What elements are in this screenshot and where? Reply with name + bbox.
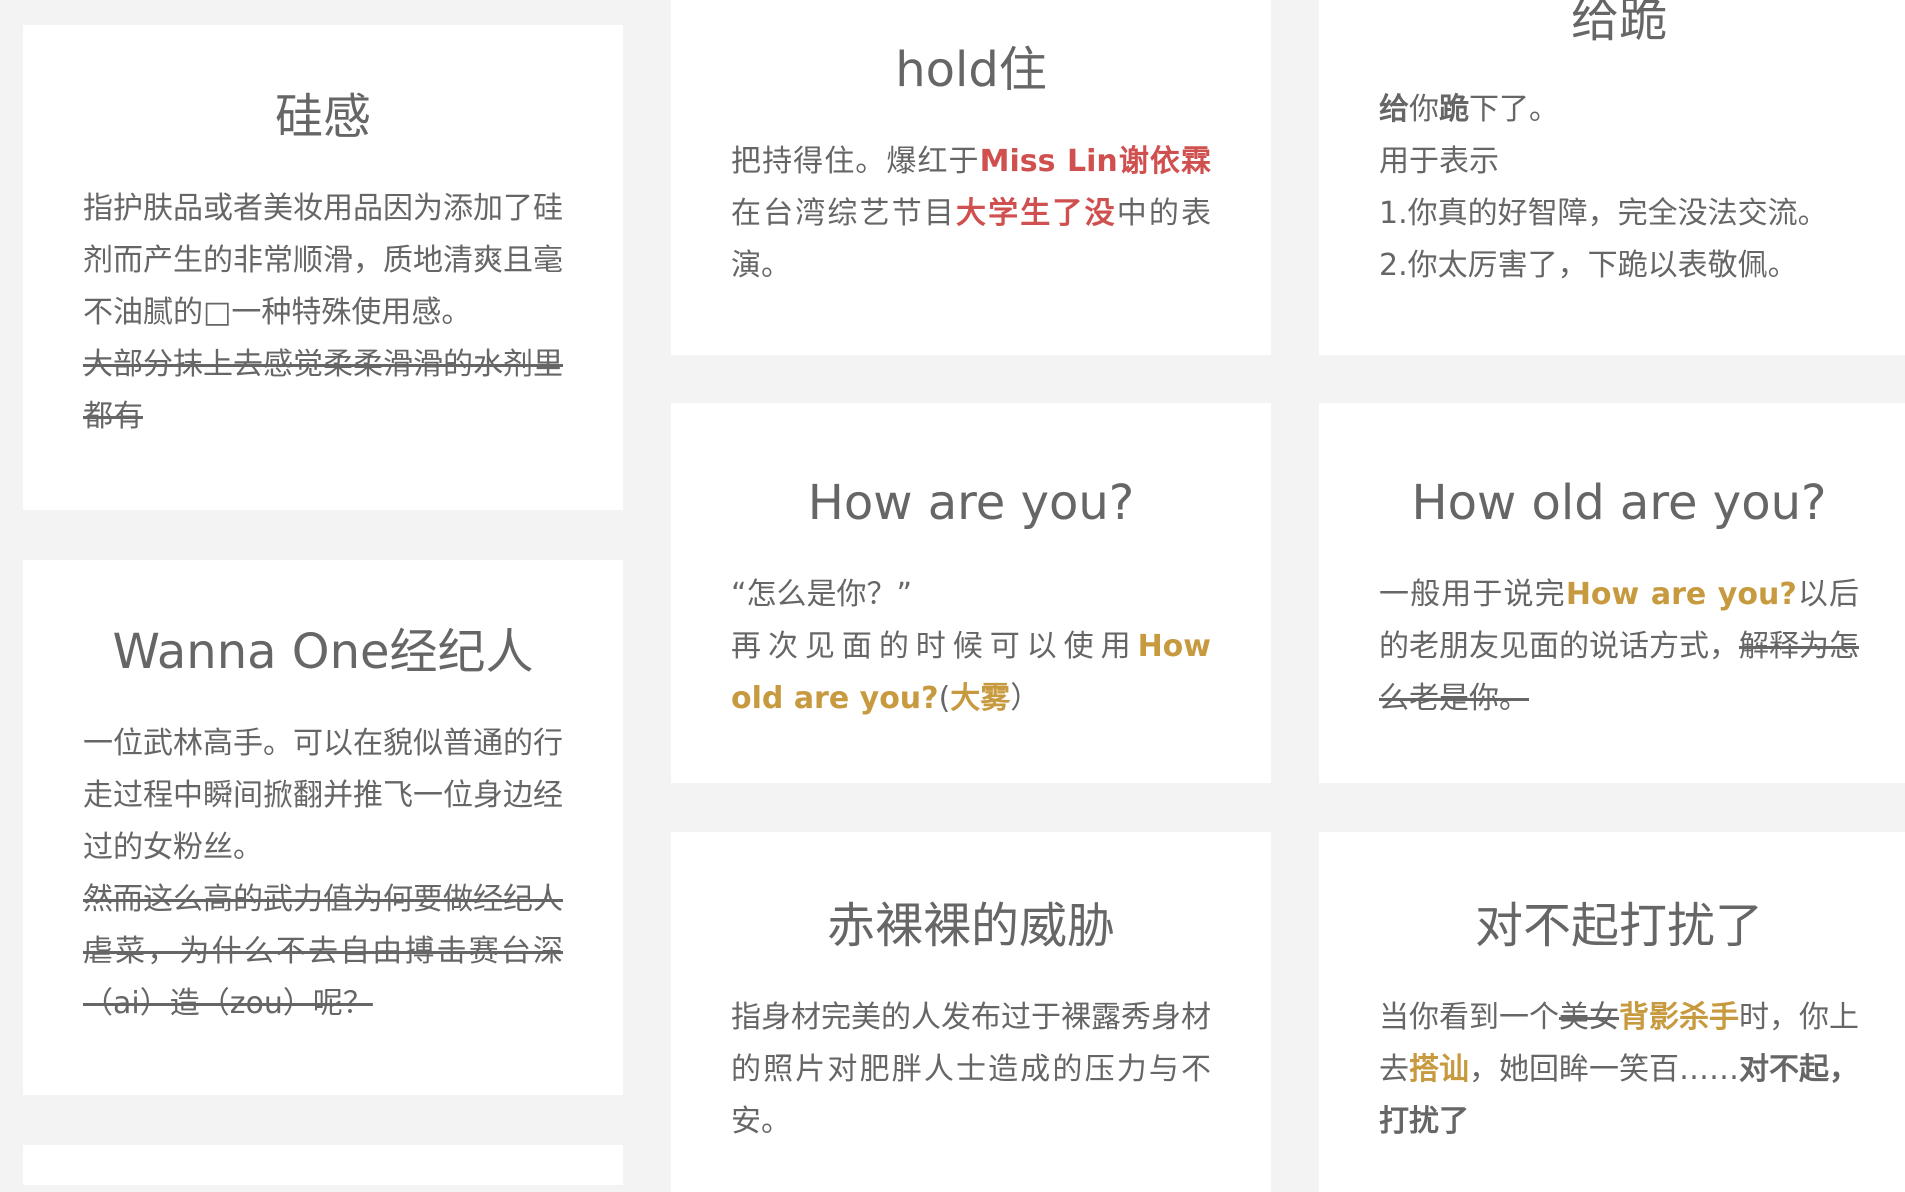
strikethrough-text: 美女: [1559, 1000, 1619, 1035]
card-partial: [23, 1145, 623, 1185]
card-naked: 赤裸裸的威胁 指身材完美的人发布过于裸露秀身材的照片对肥胖人士造成的压力与不安。: [671, 832, 1271, 1192]
card-how-old: How old are you? 一般用于说完How are you?以后的老朋…: [1319, 403, 1905, 783]
card-body: “怎么是你？” 再次见面的时候可以使用How old are you?(大雾）: [731, 569, 1211, 725]
card-body: 当你看到一个美女背影杀手时，你上去搭讪，她回眸一笑百……对不起，打扰了: [1379, 992, 1859, 1148]
strikethrough-text: 大部分抹上去感觉柔柔滑滑的水剂里都有: [83, 347, 563, 434]
card-body: 一位武林高手。可以在貌似普通的行走过程中瞬间掀翻并推飞一位身边经过的女粉丝。 然…: [83, 718, 563, 1030]
body-text: 你: [1409, 92, 1439, 127]
body-text: 1.你真的好智障，完全没法交流。: [1379, 196, 1828, 231]
body-text: 再次见面的时候可以使用: [731, 629, 1138, 664]
card-how-are-you: How are you? “怎么是你？” 再次见面的时候可以使用How old …: [671, 403, 1271, 783]
highlight-phrase: 搭讪: [1409, 1052, 1469, 1087]
body-text: 一般用于说完: [1379, 577, 1566, 612]
body-text: 一位武林高手。可以在貌似普通的行走过程中瞬间掀翻并推飞一位身边经过的女粉丝。: [83, 726, 563, 865]
body-text: 当你看到一个: [1379, 1000, 1559, 1035]
card-title: How are you?: [807, 475, 1135, 531]
body-text: 下了。: [1469, 92, 1559, 127]
card-title: 赤裸裸的威胁: [826, 898, 1115, 954]
body-text: 一种特殊使用感。: [231, 295, 472, 330]
body-text: 把持得住。爆红于: [731, 144, 980, 179]
paren-close: ）: [1010, 681, 1041, 716]
card-title: How old are you?: [1411, 475, 1827, 531]
card-kneel: 给跪 给你跪下了。 用于表示 1.你真的好智障，完全没法交流。 2.你太厉害了，…: [1319, 0, 1905, 355]
card-title: Wanna One经纪人: [112, 624, 534, 680]
bold-text: 给: [1379, 92, 1409, 127]
body-text: 在台湾综艺节目: [731, 196, 956, 231]
card-title: 对不起打扰了: [1474, 898, 1763, 954]
card-title: 硅感: [274, 89, 371, 145]
strikethrough-text: 然而这么高的武力值为何要做经纪人虐菜，为什么不去自由搏击赛台深（ai）造（zou…: [83, 882, 563, 1021]
highlight-name: Miss Lin谢依霖: [979, 144, 1211, 179]
paren-open: (: [938, 681, 951, 716]
card-sorry: 对不起打扰了 当你看到一个美女背影杀手时，你上去搭讪，她回眸一笑百……对不起，打…: [1319, 832, 1905, 1192]
card-wanna-one: Wanna One经纪人 一位武林高手。可以在貌似普通的行走过程中瞬间掀翻并推飞…: [23, 560, 623, 1095]
card-silicon: 硅感 指护肤品或者美妆用品因为添加了硅剂而产生的非常顺滑，质地清爽且毫不油腻的□…: [23, 25, 623, 510]
highlight-note: 大雾: [950, 681, 1011, 716]
card-title: 给跪: [1570, 0, 1667, 48]
card-body: 给你跪下了。 用于表示 1.你真的好智障，完全没法交流。 2.你太厉害了，下跪以…: [1379, 84, 1859, 292]
highlight-show: 大学生了没: [956, 196, 1117, 231]
highlight-phrase: How are you?: [1565, 577, 1797, 612]
body-text: 2.你太厉害了，下跪以表敬佩。: [1379, 248, 1798, 283]
body-text: 指身材完美的人发布过于裸露秀身材的照片对肥胖人士造成的压力与不安。: [731, 1000, 1211, 1139]
card-hold: hold住 把持得住。爆红于Miss Lin谢依霖在台湾综艺节目大学生了没中的表…: [671, 0, 1271, 355]
card-body: 指身材完美的人发布过于裸露秀身材的照片对肥胖人士造成的压力与不安。: [731, 992, 1211, 1148]
body-text: 用于表示: [1379, 144, 1499, 179]
card-body: 把持得住。爆红于Miss Lin谢依霖在台湾综艺节目大学生了没中的表演。: [731, 136, 1211, 292]
highlight-phrase: 背影杀手: [1619, 1000, 1739, 1035]
card-body: 指护肤品或者美妆用品因为添加了硅剂而产生的非常顺滑，质地清爽且毫不油腻的□一种特…: [83, 183, 563, 443]
card-title: hold住: [895, 42, 1047, 98]
card-body: 一般用于说完How are you?以后的老朋友见面的说话方式，解释为怎么老是你…: [1379, 569, 1859, 725]
body-text: “怎么是你？”: [731, 577, 913, 612]
bold-text: 跪: [1439, 92, 1469, 127]
body-text: ，她回眸一笑百……: [1469, 1052, 1739, 1087]
missing-glyph: □: [203, 295, 232, 330]
